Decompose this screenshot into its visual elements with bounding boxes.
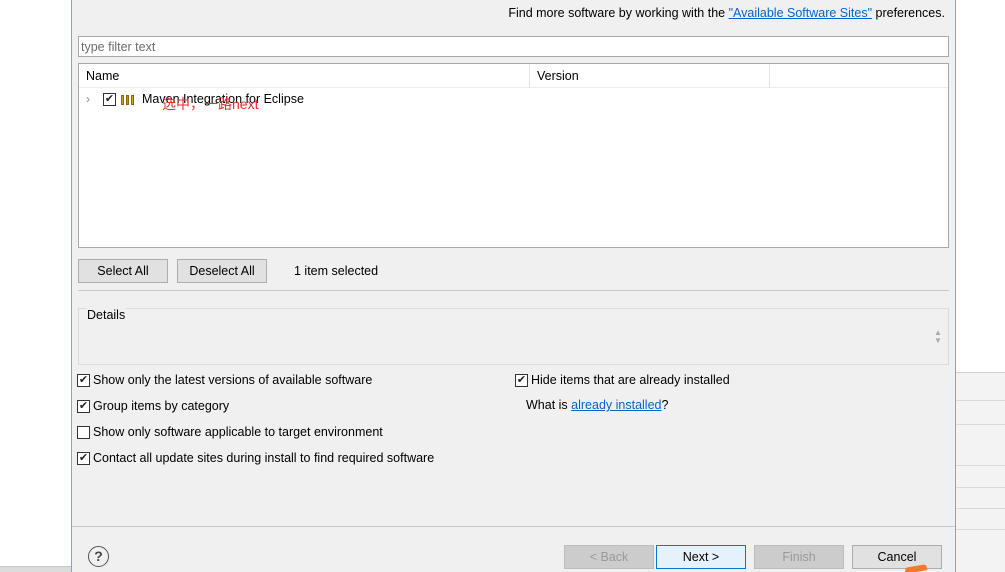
hide-installed-label: Hide items that are already installed [531, 373, 730, 387]
option-latest-versions[interactable]: ✔ Show only the latest versions of avail… [77, 371, 372, 389]
option-group-by-category[interactable]: ✔ Group items by category [77, 397, 229, 415]
background-statusbar-left [0, 566, 72, 572]
find-more-prefix: Find more software by working with the [508, 6, 729, 20]
divider [78, 290, 949, 291]
check-icon: ✔ [78, 373, 89, 386]
what-is-prefix: What is [526, 398, 572, 412]
target-environment-label: Show only software applicable to target … [93, 425, 383, 439]
finish-button[interactable]: Finish [754, 545, 844, 569]
details-scrollbar[interactable]: ▲ ▼ [933, 329, 943, 347]
column-header-version[interactable]: Version [530, 64, 770, 88]
background-divider [955, 508, 1005, 509]
package-icon [121, 94, 136, 105]
background-divider [955, 487, 1005, 488]
tree-item-checkbox[interactable]: ✔ [103, 92, 116, 106]
background-panel-right [955, 372, 1005, 572]
chevron-right-icon[interactable]: › [86, 92, 98, 106]
latest-versions-checkbox[interactable]: ✔ [77, 373, 90, 387]
help-icon[interactable]: ? [88, 546, 109, 567]
details-title: Details [86, 308, 127, 322]
contact-update-sites-checkbox[interactable]: ✔ [77, 451, 90, 465]
check-icon: ✔ [516, 373, 527, 386]
background-editor-left [0, 0, 72, 572]
software-tree[interactable]: Name Version › ✔ Maven Integration for E… [78, 63, 949, 248]
latest-versions-label: Show only the latest versions of availab… [93, 373, 373, 387]
contact-update-sites-label: Contact all update sites during install … [93, 451, 435, 465]
check-icon: ✔ [104, 92, 115, 105]
background-divider [955, 424, 1005, 425]
group-by-category-checkbox[interactable]: ✔ [77, 399, 90, 413]
tree-header: Name Version [79, 64, 948, 88]
background-divider [955, 529, 1005, 530]
annotation-text: 选中，一路next [162, 96, 259, 112]
deselect-all-button[interactable]: Deselect All [177, 259, 267, 283]
hide-installed-checkbox[interactable]: ✔ [515, 373, 528, 387]
install-dialog: Find more software by working with the "… [71, 0, 956, 572]
check-icon: ✔ [78, 451, 89, 464]
selected-count-label: 1 item selected [294, 264, 379, 278]
cancel-button[interactable]: Cancel [852, 545, 942, 569]
back-button[interactable]: < Back [564, 545, 654, 569]
what-is-suffix: ? [661, 398, 669, 412]
option-hide-installed[interactable]: ✔ Hide items that are already installed [515, 371, 730, 389]
target-environment-checkbox[interactable] [77, 425, 90, 439]
background-divider [955, 465, 1005, 466]
footer-divider [72, 526, 955, 527]
details-group: Details ▲ ▼ [78, 308, 949, 365]
background-divider [955, 400, 1005, 401]
group-by-category-label: Group items by category [93, 399, 230, 413]
select-all-button[interactable]: Select All [78, 259, 168, 283]
find-more-text: Find more software by working with the "… [508, 6, 945, 20]
filter-input[interactable] [78, 36, 949, 57]
available-software-sites-link[interactable]: "Available Software Sites" [729, 6, 872, 20]
column-header-empty [770, 64, 948, 88]
check-icon: ✔ [78, 399, 89, 412]
already-installed-link[interactable]: already installed [571, 398, 661, 412]
option-target-environment[interactable]: Show only software applicable to target … [77, 423, 383, 441]
column-header-name[interactable]: Name [79, 64, 530, 88]
find-more-suffix: preferences. [872, 6, 946, 20]
next-button[interactable]: Next > [656, 545, 746, 569]
option-contact-update-sites[interactable]: ✔ Contact all update sites during instal… [77, 449, 434, 467]
what-is-installed-text: What is already installed? [526, 398, 668, 412]
